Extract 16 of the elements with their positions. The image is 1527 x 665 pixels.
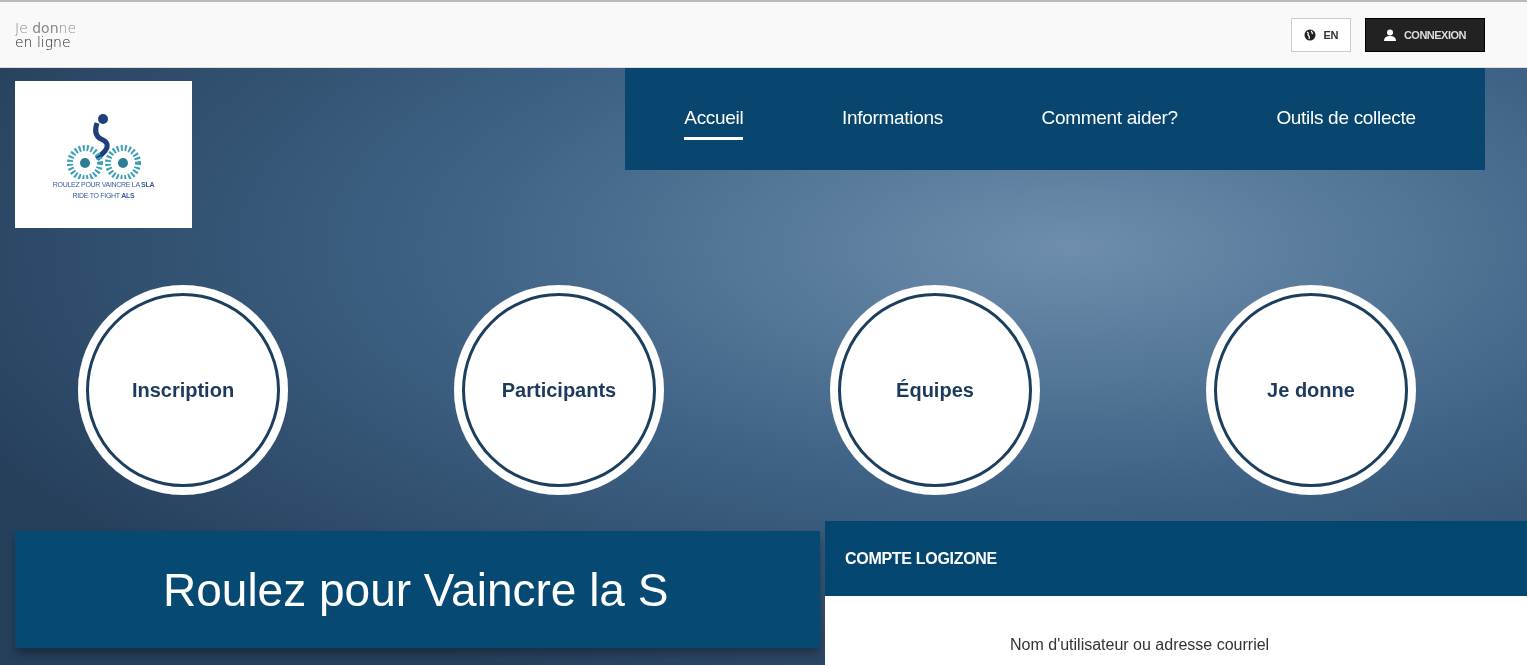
field-label: Nom d'utilisateur ou adresse courriel <box>1010 636 1270 653</box>
circle-link[interactable]: Inscription <box>78 285 288 495</box>
nav-link[interactable]: Comment aider? <box>1041 98 1178 140</box>
user-icon <box>1383 28 1396 41</box>
globe-icon <box>1303 28 1316 41</box>
brand-logo[interactable]: Je donne en ligne <box>15 20 77 49</box>
nav-link[interactable]: Outils de collecte <box>1276 98 1416 140</box>
login-button[interactable]: CONNEXION <box>1364 17 1485 52</box>
page-title: Roulez pour Vaincre la S <box>163 562 669 617</box>
language-button[interactable]: EN <box>1290 17 1351 52</box>
nav-link[interactable]: Informations <box>842 98 943 140</box>
dialog-title: COMPTE LOGIZONE <box>845 549 997 568</box>
circle-link[interactable]: Équipes <box>830 285 1040 495</box>
nav-link[interactable]: Accueil <box>684 98 744 140</box>
circle-link[interactable]: Je donne <box>1206 285 1416 495</box>
circle-link[interactable]: Participants <box>454 285 664 495</box>
